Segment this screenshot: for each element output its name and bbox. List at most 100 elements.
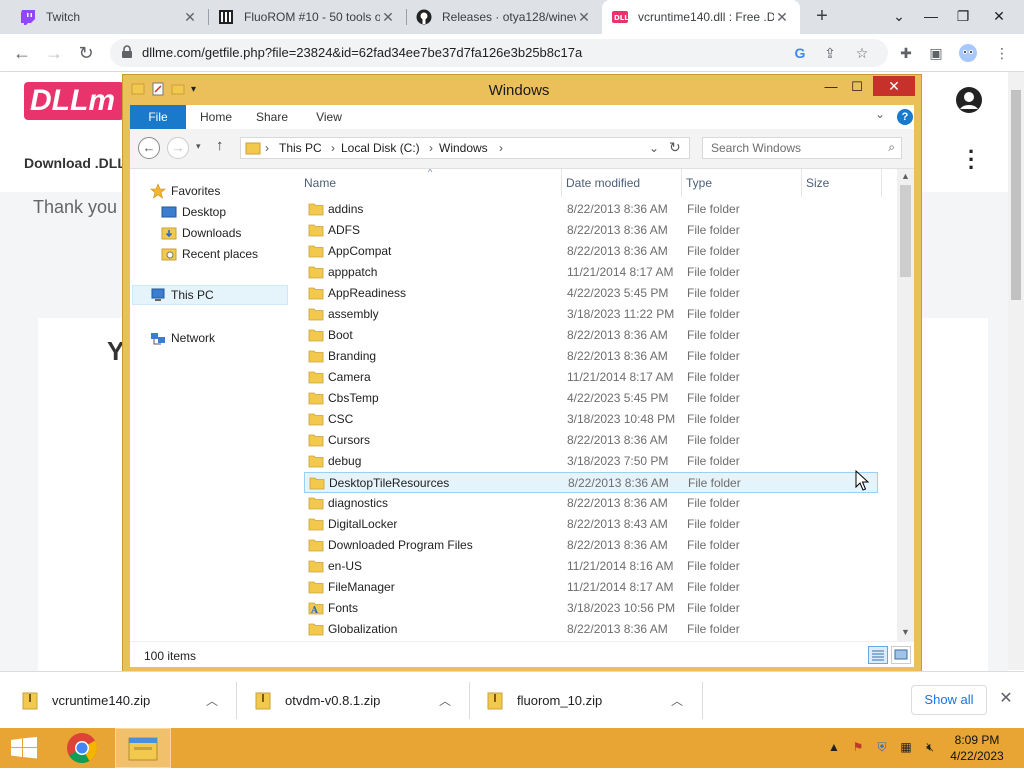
profile-avatar-icon[interactable]	[958, 43, 978, 63]
download-item[interactable]: vcruntime140.zip ︿	[22, 672, 232, 729]
back-arrow-icon[interactable]: ←	[10, 41, 34, 65]
search-input[interactable]	[709, 138, 879, 158]
file-row[interactable]: AppCompat 8/22/2013 8:36 AM File folder	[304, 241, 878, 262]
file-row[interactable]: FileManager 11/21/2014 8:17 AM File folder	[304, 577, 878, 598]
file-list-scrollbar[interactable]: ▲ ▼	[897, 169, 914, 641]
breadcrumb-separator-icon[interactable]: ›	[331, 141, 335, 155]
restore-window-icon[interactable]: ❐	[946, 0, 980, 34]
breadcrumb-separator-icon[interactable]: ›	[499, 141, 503, 155]
file-row[interactable]: Branding 8/22/2013 8:36 AM File folder	[304, 346, 878, 367]
share-icon[interactable]: ⇪	[820, 43, 840, 63]
taskbar-clock[interactable]: 8:09 PM 4/22/2023	[940, 732, 1014, 764]
file-row[interactable]: AppReadiness 4/22/2023 5:45 PM File folder	[304, 283, 878, 304]
action-center-flag-icon[interactable]: ⚑	[850, 739, 866, 755]
help-icon[interactable]: ?	[897, 109, 913, 125]
file-row[interactable]: DesktopTileResources 8/22/2013 8:36 AM Fil…	[304, 472, 878, 493]
breadcrumb[interactable]: › This PC › Local Disk (C:) › Windows › …	[240, 137, 690, 159]
explorer-forward-icon[interactable]: →	[167, 137, 189, 159]
download-item[interactable]: otvdm-v0.8.1.zip ︿	[255, 672, 465, 729]
expand-ribbon-chevron-icon[interactable]: ⌄	[875, 107, 885, 121]
account-icon[interactable]	[955, 86, 983, 114]
taskbar-file-explorer[interactable]	[115, 728, 171, 768]
file-row[interactable]: CbsTemp 4/22/2023 5:45 PM File folder	[304, 388, 878, 409]
nav-favorites[interactable]: Favorites	[150, 181, 220, 201]
ribbon-tab-home[interactable]: Home	[194, 105, 238, 129]
show-hidden-icons-chevron-icon[interactable]: ▲	[826, 739, 842, 755]
search-windows-box[interactable]: ⌕	[702, 137, 902, 159]
nav-recent-places[interactable]: Recent places	[161, 244, 258, 264]
browser-menu-icon[interactable]: ⋮	[992, 43, 1012, 63]
google-translate-icon[interactable]: G	[790, 43, 810, 63]
file-row[interactable]: addins 8/22/2013 8:36 AM File folder	[304, 199, 878, 220]
breadcrumb-separator-icon[interactable]: ›	[265, 141, 269, 155]
download-options-chevron-icon[interactable]: ︿	[439, 692, 451, 709]
address-bar[interactable]: dllme.com/getfile.php?file=23824&id=62fa…	[110, 39, 888, 67]
network-status-icon[interactable]: ▦	[898, 739, 914, 755]
site-nav-download[interactable]: Download .DLL	[24, 155, 126, 171]
minimize-window-icon[interactable]: —	[914, 0, 948, 34]
recent-locations-chevron-icon[interactable]: ▾	[196, 141, 201, 152]
browser-tab-releases[interactable]: Releases · otya128/winev ✕	[406, 0, 602, 34]
explorer-back-icon[interactable]: ←	[138, 137, 160, 159]
show-all-downloads-button[interactable]: Show all	[911, 685, 987, 715]
explorer-maximize-icon[interactable]: ☐	[843, 77, 871, 97]
close-downloads-shelf-icon[interactable]: ✕	[996, 689, 1016, 709]
download-options-chevron-icon[interactable]: ︿	[206, 692, 218, 709]
side-panel-icon[interactable]: ▣	[926, 43, 946, 63]
browser-tab-vcruntime[interactable]: DLL vcruntime140.dll : Free .D ✕	[602, 0, 800, 34]
scroll-down-icon[interactable]: ▼	[897, 627, 914, 637]
column-header-type[interactable]: Type	[682, 169, 802, 197]
column-header-size[interactable]: Size	[802, 169, 882, 197]
close-tab-icon[interactable]: ✕	[774, 9, 790, 26]
lock-icon[interactable]	[120, 45, 134, 59]
file-row[interactable]: ADFS 8/22/2013 8:36 AM File folder	[304, 220, 878, 241]
file-row[interactable]: CSC 3/18/2023 10:48 PM File folder	[304, 409, 878, 430]
file-list-scrollbar-thumb[interactable]	[900, 185, 911, 277]
explorer-title-bar[interactable]: ▾ Windows — ☐ ✕	[123, 75, 921, 105]
ribbon-tab-share[interactable]: Share	[250, 105, 294, 129]
download-options-chevron-icon[interactable]: ︿	[671, 692, 683, 709]
browser-tab-twitch[interactable]: Twitch ✕	[10, 0, 208, 34]
nav-this-pc[interactable]: This PC	[132, 285, 288, 305]
close-window-icon[interactable]: ✕	[982, 0, 1016, 34]
file-row[interactable]: diagnostics 8/22/2013 8:36 AM File folder	[304, 493, 878, 514]
download-item[interactable]: fluorom_10.zip ︿	[487, 672, 697, 729]
large-icons-view-icon[interactable]	[891, 646, 911, 664]
refresh-icon[interactable]: ↻	[669, 139, 681, 156]
page-scrollbar[interactable]	[1008, 72, 1024, 670]
nav-network[interactable]: Network	[150, 328, 215, 348]
nav-desktop[interactable]: Desktop	[161, 202, 226, 222]
file-row[interactable]: Camera 11/21/2014 8:17 AM File folder	[304, 367, 878, 388]
breadcrumb-this-pc[interactable]: This PC	[279, 141, 322, 155]
details-view-icon[interactable]	[868, 646, 888, 664]
site-menu-icon[interactable]: · · ·	[968, 141, 975, 179]
nav-downloads[interactable]: Downloads	[161, 223, 241, 243]
file-row[interactable]: DigitalLocker 8/22/2013 8:43 AM File folde…	[304, 514, 878, 535]
up-arrow-icon[interactable]: ↑	[216, 137, 224, 154]
forward-arrow-icon[interactable]: →	[42, 41, 66, 65]
tab-search-chevron-icon[interactable]: ⌄	[882, 0, 916, 34]
search-icon[interactable]: ⌕	[888, 140, 895, 155]
address-dropdown-chevron-icon[interactable]: ⌄	[649, 141, 659, 155]
ribbon-tab-file[interactable]: File	[130, 105, 186, 129]
taskbar-chrome[interactable]	[54, 728, 110, 768]
breadcrumb-separator-icon[interactable]: ›	[429, 141, 433, 155]
reload-icon[interactable]: ↻	[74, 41, 98, 65]
scroll-up-icon[interactable]: ▲	[897, 171, 914, 181]
file-row[interactable]: apppatch 11/21/2014 8:17 AM File folder	[304, 262, 878, 283]
explorer-minimize-icon[interactable]: —	[817, 77, 845, 97]
page-scrollbar-thumb[interactable]	[1011, 90, 1021, 300]
ribbon-tab-view[interactable]: View	[308, 105, 350, 129]
file-row[interactable]: A Fonts 3/18/2023 10:56 PM File folder	[304, 598, 878, 619]
breadcrumb-windows[interactable]: Windows	[439, 141, 488, 155]
breadcrumb-local-disk[interactable]: Local Disk (C:)	[341, 141, 420, 155]
browser-tab-fluorom[interactable]: FluoROM #10 - 50 tools o ✕	[208, 0, 406, 34]
file-row[interactable]: Boot 8/22/2013 8:36 AM File folder	[304, 325, 878, 346]
extensions-puzzle-icon[interactable]: ✚	[896, 43, 916, 63]
explorer-close-icon[interactable]: ✕	[873, 76, 915, 96]
close-tab-icon[interactable]: ✕	[380, 9, 396, 26]
close-tab-icon[interactable]: ✕	[576, 9, 592, 26]
file-row[interactable]: Cursors 8/22/2013 8:36 AM File folder	[304, 430, 878, 451]
windows-start-icon[interactable]	[10, 737, 38, 759]
file-row[interactable]: Globalization 8/22/2013 8:36 AM File folde…	[304, 619, 878, 640]
